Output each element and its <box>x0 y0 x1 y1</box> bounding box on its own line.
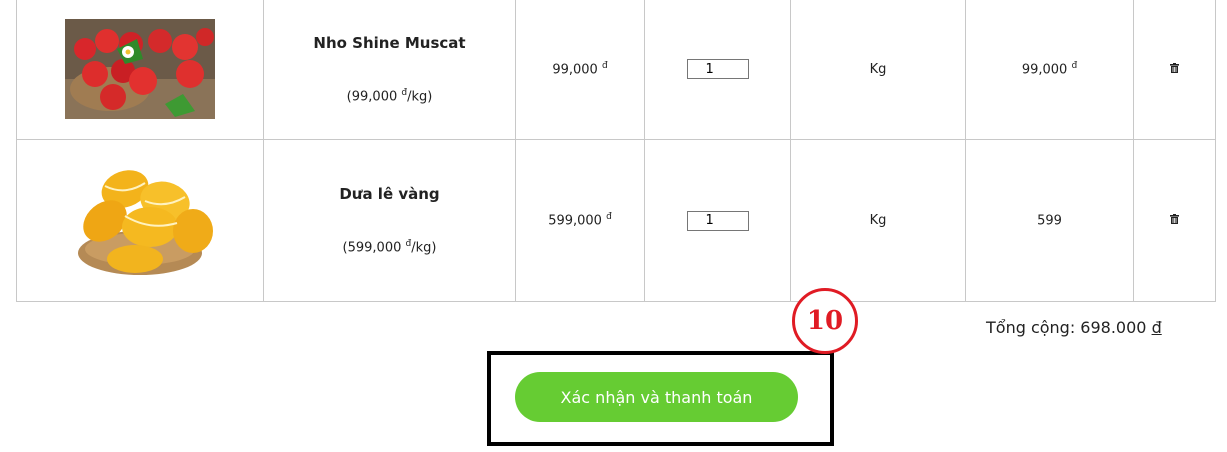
trash-icon[interactable] <box>1170 62 1179 73</box>
unit-price: (599,000 đ/kg) <box>342 239 437 256</box>
subtotal-cell: 99,000 đ <box>965 0 1134 140</box>
delete-cell <box>1133 139 1216 302</box>
quantity-input[interactable] <box>686 59 749 79</box>
cart-table: Nho Shine Muscat (99,000 đ/kg) 99,000 đ … <box>16 0 1216 302</box>
product-name[interactable]: Nho Shine Muscat <box>264 34 515 52</box>
unit-cell: Kg <box>790 0 966 140</box>
product-info-cell: Nho Shine Muscat (99,000 đ/kg) <box>263 0 516 140</box>
product-name[interactable]: Dưa lê vàng <box>264 185 515 203</box>
currency-symbol: đ <box>606 212 612 223</box>
delete-cell <box>1133 0 1216 140</box>
table-row: Dưa lê vàng (599,000 đ/kg) 599,000 đ Kg … <box>16 139 1216 302</box>
trash-icon[interactable] <box>1170 213 1179 224</box>
confirm-payment-button[interactable]: Xác nhận và thanh toán <box>515 372 798 422</box>
price-cell: 599,000 đ <box>515 139 645 302</box>
step-number-badge: 10 <box>792 288 858 354</box>
quantity-cell <box>644 0 791 140</box>
price-value: 599,000 <box>548 213 602 229</box>
cart-total: Tổng cộng: 698.000 đ <box>986 318 1162 337</box>
product-info-cell: Dưa lê vàng (599,000 đ/kg) <box>263 139 516 302</box>
strawberries-image <box>65 19 215 119</box>
subtotal-cell: 599 <box>965 139 1134 302</box>
quantity-cell <box>644 139 791 302</box>
yellow-melons-image <box>78 169 213 275</box>
price-cell: 99,000 đ <box>515 0 645 140</box>
product-image-cell <box>16 139 264 302</box>
price-value: 99,000 <box>552 62 598 78</box>
quantity-input[interactable] <box>686 210 749 231</box>
table-row: Nho Shine Muscat (99,000 đ/kg) 99,000 đ … <box>16 0 1216 140</box>
unit-cell: Kg <box>790 139 966 302</box>
currency-symbol: đ <box>601 60 608 71</box>
product-image-cell <box>16 0 264 140</box>
unit-price: (99,000 đ/kg) <box>346 87 433 105</box>
